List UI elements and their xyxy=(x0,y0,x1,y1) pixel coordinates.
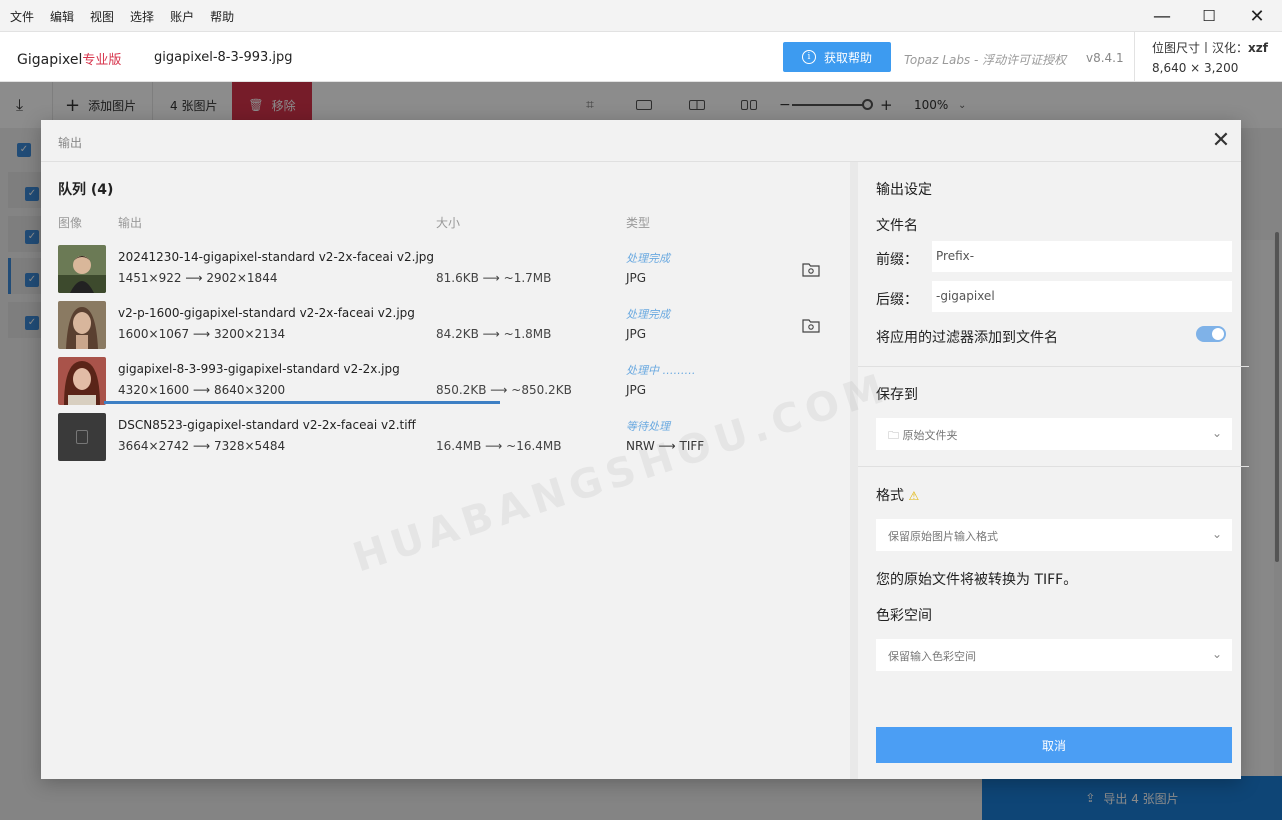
format-select[interactable]: 保留原始图片输入格式 ⌄ xyxy=(876,519,1232,551)
file-type: NRW ⟶ TIFF xyxy=(626,439,705,453)
thumbnail xyxy=(58,245,106,293)
queue-row: 20241230-14-gigapixel-standard v2-2x-fac… xyxy=(58,245,848,293)
menu-edit[interactable]: 编辑 xyxy=(50,8,74,25)
license-text: Topaz Labs - 浮动许可证授权 xyxy=(904,53,1067,67)
warning-icon: ⚠ xyxy=(908,489,920,503)
queue-row: DSCN8523-gigapixel-standard v2-2x-faceai… xyxy=(58,413,848,461)
menu-select[interactable]: 选择 xyxy=(130,8,154,25)
color-space-title: 色彩空间 xyxy=(876,608,932,624)
cancel-button[interactable]: 取消 xyxy=(876,727,1232,763)
save-to-value: 原始文件夹 xyxy=(902,429,958,442)
queue-row: gigapixel-8-3-993-gigapixel-standard v2-… xyxy=(58,357,848,405)
format-value: 保留原始图片输入格式 xyxy=(888,530,998,543)
file-size: 850.2KB ⟶ ~850.2KB xyxy=(436,383,572,397)
suffix-label: 后缀： xyxy=(876,292,918,308)
queue-title: 队列 (4) xyxy=(58,182,114,198)
open-folder-icon[interactable] xyxy=(802,261,820,277)
status-done: 处理完成 xyxy=(626,252,670,265)
output-filename: v2-p-1600-gigapixel-standard v2-2x-facea… xyxy=(118,306,415,320)
minimize-button[interactable]: — xyxy=(1138,0,1186,32)
dimensions: 3664×2742 ⟶ 7328×5484 xyxy=(118,439,286,453)
close-icon[interactable]: ✕ xyxy=(1209,129,1233,153)
get-help-button[interactable]: i 获取帮助 xyxy=(783,42,891,72)
dialog-title: 输出 xyxy=(58,136,83,150)
menu-account[interactable]: 账户 xyxy=(170,8,194,25)
queue-row: v2-p-1600-gigapixel-standard v2-2x-facea… xyxy=(58,301,848,349)
format-title-text: 格式 xyxy=(876,488,904,504)
toggle-knob xyxy=(1212,328,1224,340)
prefix-input[interactable]: Prefix- xyxy=(932,241,1232,272)
prefix-label: 前缀： xyxy=(876,252,918,268)
image-size-value: 8,640 × 3,200 xyxy=(1152,61,1239,75)
output-settings-panel: 输出设定 文件名 前缀： Prefix- 后缀： -gigapixel 将应用的… xyxy=(850,162,1249,779)
divider xyxy=(858,466,1249,467)
save-to-title: 保存到 xyxy=(876,387,918,403)
version-text: v8.4.1 xyxy=(1086,51,1124,65)
thumbnail xyxy=(58,413,106,461)
chevron-down-icon: ⌄ xyxy=(1211,647,1222,661)
maximize-button[interactable]: ☐ xyxy=(1185,0,1233,32)
close-window-button[interactable]: ✕ xyxy=(1233,0,1281,32)
suffix-input[interactable]: -gigapixel xyxy=(932,281,1232,312)
app-header: Gigapixel专业版 gigapixel-8-3-993.jpg i 获取帮… xyxy=(0,32,1282,82)
settings-title: 输出设定 xyxy=(876,182,932,198)
color-space-select[interactable]: 保留输入色彩空间 ⌄ xyxy=(876,639,1232,671)
col-header-image: 图像 xyxy=(58,216,83,230)
output-dialog: 输出 ✕ 队列 (4) 图像 输出 大小 类型 20241230-14-giga… xyxy=(41,120,1249,779)
chevron-down-icon: ⌄ xyxy=(1211,426,1222,440)
color-space-value: 保留输入色彩空间 xyxy=(888,650,976,663)
chevron-down-icon: ⌄ xyxy=(1211,527,1222,541)
dialog-titlebar: 输出 ✕ xyxy=(41,120,1241,162)
col-header-type: 类型 xyxy=(626,216,651,230)
dimensions: 1451×922 ⟶ 2902×1844 xyxy=(118,271,278,285)
status-processing: 处理中 ……… xyxy=(626,364,696,377)
image-size-label: 位图尺寸丨汉化： xyxy=(1152,41,1249,55)
thumbnail xyxy=(58,357,106,405)
folder-icon: 🗀 xyxy=(888,429,899,442)
filename-title: 文件名 xyxy=(876,218,918,234)
file-type: JPG xyxy=(626,271,647,285)
status-waiting: 等待处理 xyxy=(626,420,670,433)
status-done: 处理完成 xyxy=(626,308,670,321)
thumbnail xyxy=(58,301,106,349)
open-folder-icon[interactable] xyxy=(802,317,820,333)
dimensions: 1600×1067 ⟶ 3200×2134 xyxy=(118,327,286,341)
current-filename: gigapixel-8-3-993.jpg xyxy=(154,50,293,65)
file-type: JPG xyxy=(626,327,647,341)
translator-name: xzf xyxy=(1248,41,1268,55)
image-size-panel: 位图尺寸丨汉化：xzf 8,640 × 3,200 xyxy=(1134,32,1282,82)
file-size: 81.6KB ⟶ ~1.7MB xyxy=(436,271,552,285)
save-to-select[interactable]: 🗀 原始文件夹 ⌄ xyxy=(876,418,1232,450)
brand-pro: 专业版 xyxy=(82,53,122,68)
file-size: 16.4MB ⟶ ~16.4MB xyxy=(436,439,562,453)
dimensions: 4320×1600 ⟶ 8640×3200 xyxy=(118,383,286,397)
progress-bar xyxy=(104,401,500,404)
file-placeholder-icon xyxy=(76,430,88,444)
queue-panel: 队列 (4) 图像 输出 大小 类型 20241230-14-gigapixel… xyxy=(41,162,849,779)
divider xyxy=(858,366,1249,367)
get-help-label: 获取帮助 xyxy=(823,50,872,65)
menu-bar: 文件 编辑 视图 选择 账户 帮助 — ☐ ✕ xyxy=(0,0,1282,32)
app-brand: Gigapixel专业版 xyxy=(17,49,121,68)
append-filters-toggle[interactable] xyxy=(1196,326,1226,342)
menu-view[interactable]: 视图 xyxy=(90,8,114,25)
output-filename: gigapixel-8-3-993-gigapixel-standard v2-… xyxy=(118,362,400,376)
menu-items: 文件 编辑 视图 选择 账户 帮助 xyxy=(10,8,234,25)
output-filename: 20241230-14-gigapixel-standard v2-2x-fac… xyxy=(118,250,435,264)
format-note: 您的原始文件将被转换为 TIFF。 xyxy=(876,572,1078,588)
format-title: 格式 ⚠ xyxy=(876,485,919,505)
file-size: 84.2KB ⟶ ~1.8MB xyxy=(436,327,552,341)
menu-help[interactable]: 帮助 xyxy=(210,8,234,25)
menu-file[interactable]: 文件 xyxy=(10,8,34,25)
file-type: JPG xyxy=(626,383,647,397)
append-filters-label: 将应用的过滤器添加到文件名 xyxy=(876,330,1058,346)
col-header-output: 输出 xyxy=(118,216,143,230)
col-header-size: 大小 xyxy=(436,216,461,230)
output-filename: DSCN8523-gigapixel-standard v2-2x-faceai… xyxy=(118,418,416,432)
info-icon: i xyxy=(801,50,816,64)
brand-name: Gigapixel xyxy=(17,52,83,68)
